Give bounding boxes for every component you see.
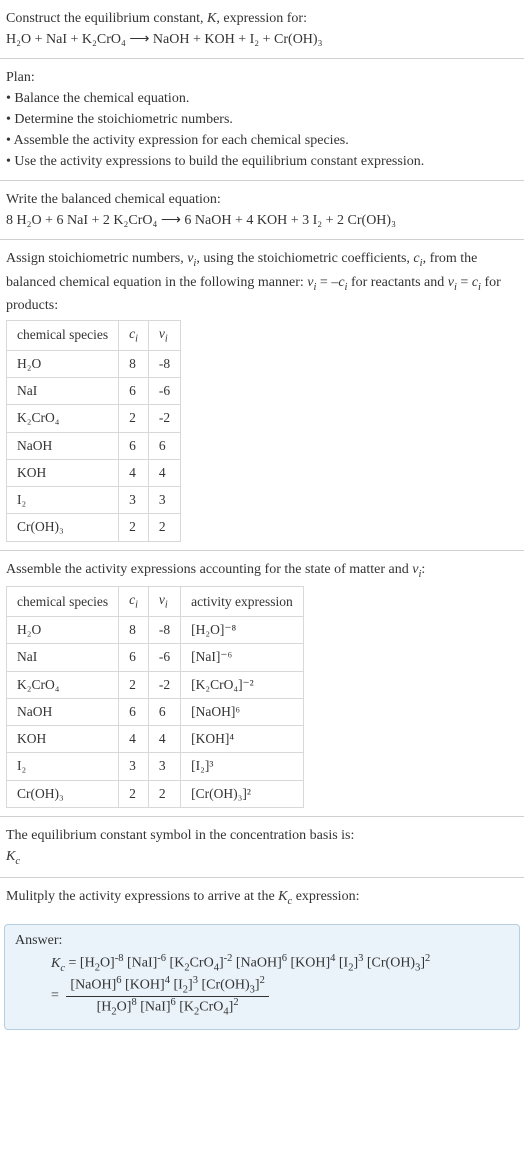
answer-line2: = [NaOH]6 [KOH]4 [I2]3 [Cr(OH)3]2 [H2O]8…: [51, 975, 509, 1017]
table-row: Cr(OH)₃22[Cr(OH)₃]²: [7, 780, 304, 807]
col-ci: ci: [119, 587, 149, 617]
table-row: NaI6-6[NaI]⁻⁶: [7, 644, 304, 671]
table-row: NaOH66: [7, 432, 181, 459]
intro-line1: Construct the equilibrium constant, K, e…: [6, 8, 518, 29]
balanced-section: Write the balanced chemical equation: 8 …: [0, 181, 524, 240]
table-row: Cr(OH)₃22: [7, 514, 181, 541]
answer-line1: Kc = [H2O]-8 [NaI]-6 [K2CrO4]-2 [NaOH]6 …: [51, 953, 509, 973]
plan-item: • Determine the stoichiometric numbers.: [6, 109, 518, 130]
reaction-unbalanced: H₂O + NaI + K₂CrO₄ ⟶ NaOH + KOH + I₂ + C…: [6, 29, 518, 50]
intro-section: Construct the equilibrium constant, K, e…: [0, 0, 524, 59]
plan-item: • Balance the chemical equation.: [6, 88, 518, 109]
balanced-equation: 8 H₂O + 6 NaI + 2 K₂CrO₄ ⟶ 6 NaOH + 4 KO…: [6, 210, 518, 231]
answer-expression: Kc = [H2O]-8 [NaI]-6 [K2CrO4]-2 [NaOH]6 …: [15, 953, 509, 1017]
stoich-text: Assign stoichiometric numbers, νi, using…: [6, 248, 518, 316]
col-vi: νi: [148, 321, 180, 351]
table-row: I₂33: [7, 487, 181, 514]
balanced-heading: Write the balanced chemical equation:: [6, 189, 518, 210]
table-row: NaI6-6: [7, 378, 181, 405]
table-header-row: chemical species ci νi activity expressi…: [7, 587, 304, 617]
table-row: KOH44: [7, 459, 181, 486]
table-header-row: chemical species ci νi: [7, 321, 181, 351]
fraction-numerator: [NaOH]6 [KOH]4 [I2]3 [Cr(OH)3]2: [66, 975, 268, 996]
col-species: chemical species: [7, 321, 119, 351]
col-species: chemical species: [7, 587, 119, 617]
kc-symbol-line2: Kc: [6, 846, 518, 870]
table-row: KOH44[KOH]⁴: [7, 726, 304, 753]
col-ci: ci: [119, 321, 149, 351]
table-row: H₂O8-8: [7, 350, 181, 377]
table-row: I₂33[I₂]³: [7, 753, 304, 780]
multiply-section: Mulitply the activity expressions to arr…: [0, 878, 524, 918]
plan-item: • Use the activity expressions to build …: [6, 151, 518, 172]
activity-table: chemical species ci νi activity expressi…: [6, 586, 304, 808]
plan-item: • Assemble the activity expression for e…: [6, 130, 518, 151]
plan-section: Plan: • Balance the chemical equation. •…: [0, 59, 524, 181]
multiply-heading: Mulitply the activity expressions to arr…: [6, 886, 518, 910]
activity-section: Assemble the activity expressions accoun…: [0, 551, 524, 817]
stoich-table: chemical species ci νi H₂O8-8 NaI6-6 K₂C…: [6, 320, 181, 542]
kc-symbol-line1: The equilibrium constant symbol in the c…: [6, 825, 518, 846]
table-row: H₂O8-8[H₂O]⁻⁸: [7, 617, 304, 644]
stoich-section: Assign stoichiometric numbers, νi, using…: [0, 240, 524, 551]
activity-heading: Assemble the activity expressions accoun…: [6, 559, 518, 583]
table-row: K₂CrO₄2-2: [7, 405, 181, 432]
equals-sign: =: [51, 989, 59, 1004]
col-activity: activity expression: [181, 587, 304, 617]
table-row: NaOH66[NaOH]⁶: [7, 698, 304, 725]
fraction-denominator: [H2O]8 [NaI]6 [K2CrO4]2: [66, 997, 268, 1017]
plan-heading: Plan:: [6, 67, 518, 88]
answer-fraction: [NaOH]6 [KOH]4 [I2]3 [Cr(OH)3]2 [H2O]8 […: [66, 975, 268, 1017]
answer-box: Answer: Kc = [H2O]-8 [NaI]-6 [K2CrO4]-2 …: [4, 924, 520, 1030]
answer-label: Answer:: [15, 933, 509, 949]
table-row: K₂CrO₄2-2[K₂CrO₄]⁻²: [7, 671, 304, 698]
col-vi: νi: [148, 587, 180, 617]
kc-symbol-section: The equilibrium constant symbol in the c…: [0, 817, 524, 879]
